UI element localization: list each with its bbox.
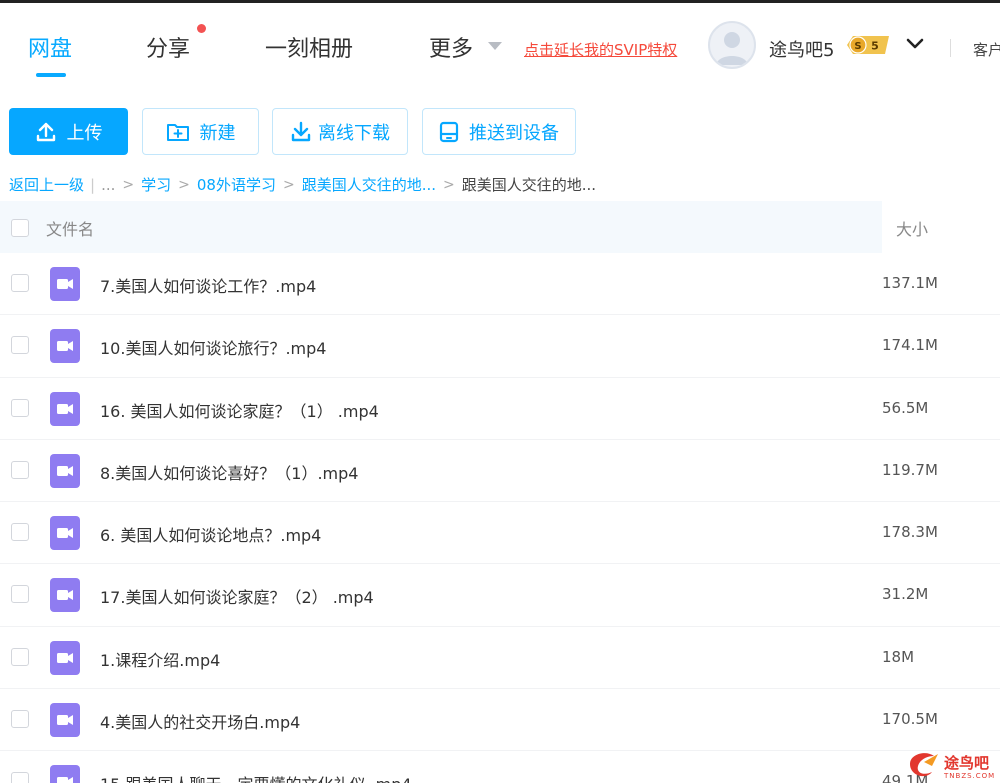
- download-icon: [291, 121, 311, 141]
- more-caret-icon[interactable]: [488, 42, 502, 50]
- username[interactable]: 途鸟吧5: [769, 36, 834, 62]
- file-name[interactable]: 8.美国人如何谈论喜好？（1）.mp4: [100, 460, 358, 484]
- breadcrumb-chevron: >: [178, 176, 190, 193]
- new-folder-icon: [166, 123, 189, 141]
- nav-tab-share[interactable]: 分享: [146, 31, 190, 63]
- file-size: 31.2M: [882, 585, 929, 604]
- upload-button[interactable]: 上传: [9, 108, 128, 155]
- file-name[interactable]: 17.美国人如何谈论家庭？（2） .mp4: [100, 584, 374, 608]
- user-avatar[interactable]: [708, 21, 756, 69]
- video-file-icon: [50, 391, 80, 426]
- offline-download-button[interactable]: 离线下载: [272, 108, 408, 155]
- file-size: 18M: [882, 647, 915, 666]
- file-name[interactable]: 10.美国人如何谈论旅行？.mp4: [100, 335, 326, 359]
- table-row[interactable]: 8.美国人如何谈论喜好？（1）.mp4 119.7M: [0, 440, 1000, 503]
- table-row[interactable]: 17.美国人如何谈论家庭？（2） .mp4 31.2M: [0, 564, 1000, 627]
- svip-level-badge: S 5: [847, 36, 889, 54]
- breadcrumb-chevron: >: [122, 176, 135, 193]
- file-size: 170.5M: [882, 710, 938, 729]
- column-header-filename[interactable]: 文件名: [46, 216, 94, 240]
- breadcrumb-ellipsis[interactable]: ...: [101, 176, 115, 194]
- row-checkbox[interactable]: [11, 710, 29, 729]
- table-row[interactable]: 1.课程介绍.mp4 18M: [0, 627, 1000, 690]
- table-row[interactable]: 7.美国人如何谈论工作？.mp4 137.1M: [0, 253, 1000, 316]
- file-size: 178.3M: [882, 523, 938, 542]
- share-notification-dot: [197, 24, 206, 33]
- breadcrumb-item[interactable]: 跟美国人交往的地...: [302, 174, 436, 195]
- chevron-down-icon[interactable]: [906, 35, 924, 53]
- push-label: 推送到设备: [469, 122, 559, 144]
- nav-tab-more[interactable]: 更多: [429, 31, 473, 63]
- breadcrumb-item[interactable]: 学习: [141, 174, 171, 195]
- breadcrumb-chevron: >: [443, 176, 455, 193]
- file-name[interactable]: 15.跟美国人聊天一定要懂的文化礼仪 .mp4: [100, 771, 412, 783]
- file-name[interactable]: 1.课程介绍.mp4: [100, 647, 220, 671]
- video-file-icon: [50, 765, 80, 783]
- svip-extend-link[interactable]: 点击延长我的SVIP特权: [524, 39, 677, 60]
- upload-label: 上传: [66, 122, 103, 144]
- file-size: 137.1M: [882, 274, 938, 292]
- video-file-icon: [50, 703, 80, 738]
- video-file-icon: [50, 453, 80, 488]
- table-row[interactable]: 16. 美国人如何谈论家庭？（1） .mp4 56.5M: [0, 378, 1000, 440]
- nav-tab-netdisk[interactable]: 网盘: [28, 31, 72, 63]
- row-checkbox[interactable]: [11, 647, 29, 666]
- top-header: 网盘 分享 一刻相册 更多 点击延长我的SVIP特权 途鸟吧5 S 5 客户: [0, 3, 1000, 88]
- row-checkbox[interactable]: [11, 398, 29, 417]
- table-row[interactable]: 10.美国人如何谈论旅行？.mp4 174.1M: [0, 315, 1000, 378]
- table-header: [0, 201, 882, 253]
- video-file-icon: [50, 516, 80, 551]
- table-row[interactable]: 15.跟美国人聊天一定要懂的文化礼仪 .mp449.1M: [0, 751, 1000, 783]
- upload-icon: [36, 122, 55, 141]
- file-name[interactable]: 6. 美国人如何谈论地点？.mp4: [100, 522, 321, 546]
- active-tab-indicator: [36, 73, 66, 77]
- select-all-checkbox[interactable]: [11, 219, 29, 237]
- video-file-icon: [50, 267, 80, 301]
- client-download-link[interactable]: 客户: [973, 39, 1000, 60]
- back-link[interactable]: 返回上一级: [9, 174, 84, 195]
- offline-label: 离线下载: [318, 122, 390, 144]
- video-file-icon: [50, 640, 80, 675]
- avatar-person-icon: [716, 32, 748, 65]
- row-checkbox[interactable]: [11, 274, 29, 292]
- svg-text:S: S: [854, 41, 861, 52]
- file-size: 174.1M: [882, 336, 938, 355]
- breadcrumb-divider: |: [90, 175, 96, 194]
- new-folder-button[interactable]: 新建: [142, 108, 259, 155]
- table-row[interactable]: 6. 美国人如何谈论地点？.mp4 178.3M: [0, 502, 1000, 565]
- video-file-icon: [50, 329, 80, 364]
- new-label: 新建: [199, 122, 236, 144]
- file-name[interactable]: 7.美国人如何谈论工作？.mp4: [100, 273, 316, 297]
- breadcrumb-current: 跟美国人交往的地...: [461, 176, 597, 194]
- video-file-icon: [50, 578, 80, 613]
- nav-tab-album[interactable]: 一刻相册: [265, 31, 353, 63]
- column-header-size[interactable]: 大小: [896, 216, 928, 240]
- file-name[interactable]: 4.美国人的社交开场白.mp4: [100, 709, 300, 733]
- device-icon: [439, 121, 459, 142]
- breadcrumb-chevron: >: [282, 176, 295, 193]
- push-to-device-button[interactable]: 推送到设备: [422, 108, 576, 155]
- row-checkbox[interactable]: [11, 336, 29, 355]
- site-logo-icon: [910, 753, 938, 777]
- watermark-subtext: TNBZS.COM: [944, 772, 996, 780]
- row-checkbox[interactable]: [11, 460, 29, 479]
- file-list: 7.美国人如何谈论工作？.mp4 137.1M 10.美国人如何谈论旅行？.mp4 1…: [0, 253, 1000, 783]
- file-name[interactable]: 16. 美国人如何谈论家庭？（1） .mp4: [100, 398, 379, 422]
- breadcrumb: 返回上一级 | ... > 学习 > 08外语学习 > 跟美国人交往的地... …: [9, 174, 596, 195]
- file-size: 119.7M: [882, 460, 938, 479]
- row-checkbox[interactable]: [11, 772, 29, 783]
- file-size: 56.5M: [882, 398, 929, 417]
- breadcrumb-item[interactable]: 08外语学习: [197, 174, 276, 195]
- watermark-text: 途鸟吧: [944, 754, 990, 772]
- row-checkbox[interactable]: [11, 523, 29, 542]
- row-checkbox[interactable]: [11, 585, 29, 604]
- svg-text:5: 5: [871, 40, 879, 53]
- header-divider: [950, 39, 951, 57]
- table-row[interactable]: 4.美国人的社交开场白.mp4 170.5M: [0, 689, 1000, 752]
